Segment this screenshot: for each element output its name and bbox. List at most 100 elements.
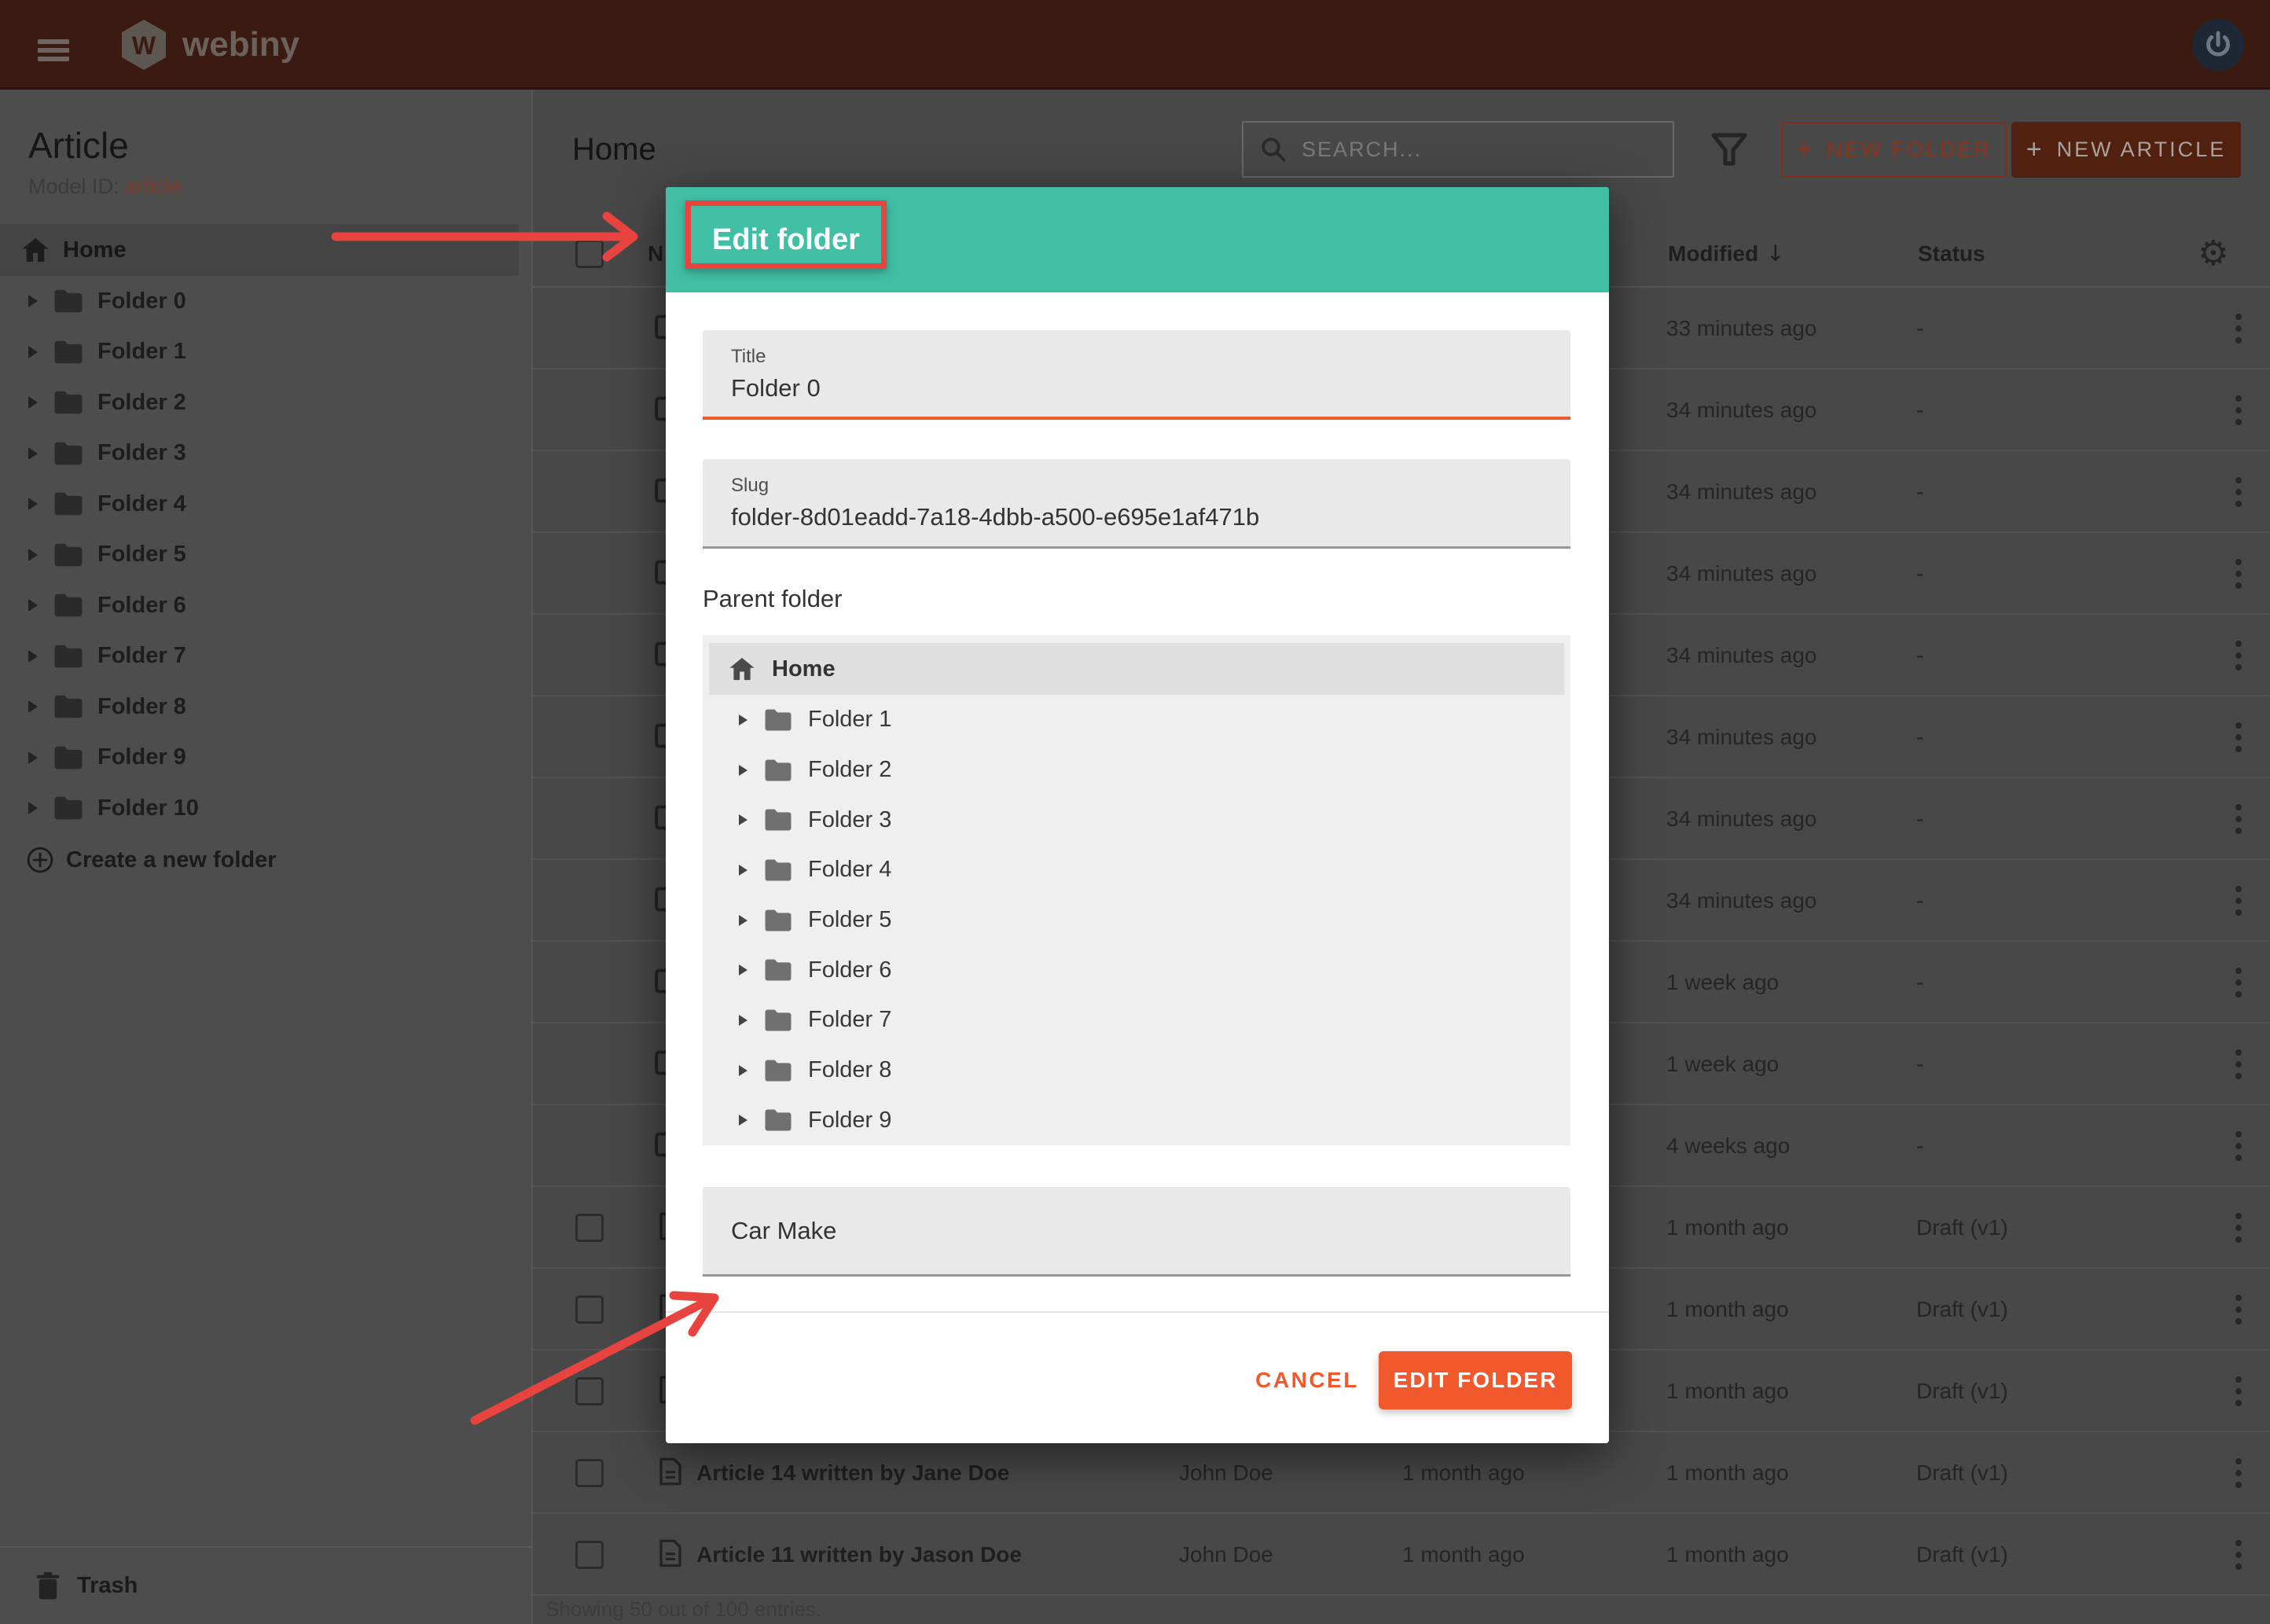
sidebar-folder-item[interactable]: Folder 4	[0, 479, 531, 530]
tree-folder-label: Folder 4	[808, 857, 891, 883]
tree-folder-item[interactable]: Folder 9	[703, 1096, 1570, 1146]
sidebar-folder-item[interactable]: Folder 0	[0, 276, 531, 327]
tree-folder-item[interactable]: Folder 3	[703, 795, 1570, 845]
search-input[interactable]	[1302, 138, 1640, 162]
sidebar-folder-item[interactable]: Folder 10	[0, 783, 531, 834]
title-field[interactable]: Title Folder 0	[703, 330, 1570, 420]
chevron-right-icon[interactable]	[28, 498, 38, 510]
chevron-right-icon[interactable]	[739, 715, 747, 726]
table-settings-gear-icon[interactable]: ⚙	[2198, 220, 2228, 288]
chevron-right-icon[interactable]	[739, 1115, 747, 1126]
row-menu-kebab-icon[interactable]	[2235, 559, 2243, 594]
chevron-right-icon[interactable]	[28, 549, 38, 561]
row-modified: 1 month ago	[1666, 1514, 1789, 1596]
tree-folder-item[interactable]: Folder 1	[703, 695, 1570, 745]
svg-text:W: W	[132, 31, 156, 60]
cancel-button[interactable]: CANCEL	[1252, 1351, 1362, 1409]
new-folder-button[interactable]: + NEW FOLDER	[1781, 122, 2007, 178]
sidebar-folder-item[interactable]: Folder 3	[0, 428, 531, 479]
car-make-field[interactable]: Car Make	[703, 1187, 1570, 1277]
row-menu-kebab-icon[interactable]	[2235, 968, 2243, 1003]
sidebar-folder-item[interactable]: Folder 5	[0, 530, 531, 581]
row-menu-kebab-icon[interactable]	[2235, 886, 2243, 921]
sidebar-folder-item[interactable]: Folder 9	[0, 733, 531, 784]
folder-icon	[53, 340, 83, 365]
chevron-right-icon[interactable]	[739, 915, 747, 926]
select-all-checkbox[interactable]	[575, 240, 604, 268]
row-menu-kebab-icon[interactable]	[2235, 1049, 2243, 1085]
sign-out-button[interactable]	[2192, 19, 2244, 71]
row-menu-kebab-icon[interactable]	[2235, 1131, 2243, 1167]
tree-folder-item[interactable]: Folder 2	[703, 745, 1570, 795]
home-icon	[728, 656, 756, 682]
brand-wordmark: webiny	[182, 25, 299, 64]
plus-circle-icon	[27, 847, 53, 873]
column-header-name[interactable]: N	[648, 220, 663, 288]
row-status: -	[1916, 451, 1923, 533]
sidebar-folder-item[interactable]: Folder 1	[0, 327, 531, 378]
row-menu-kebab-icon[interactable]	[2235, 1213, 2243, 1248]
row-menu-kebab-icon[interactable]	[2235, 1458, 2243, 1494]
new-article-button[interactable]: + NEW ARTICLE	[2011, 122, 2241, 178]
column-header-status[interactable]: Status	[1918, 220, 1985, 288]
chevron-right-icon[interactable]	[739, 765, 747, 776]
row-status: -	[1916, 1105, 1923, 1187]
tree-folder-item[interactable]: Folder 6	[703, 945, 1570, 995]
chevron-right-icon[interactable]	[739, 1065, 747, 1076]
row-menu-kebab-icon[interactable]	[2235, 804, 2243, 840]
create-new-folder-button[interactable]: Create a new folder	[0, 834, 531, 886]
hamburger-menu-icon[interactable]	[38, 39, 69, 61]
row-menu-kebab-icon[interactable]	[2235, 722, 2243, 758]
chevron-right-icon[interactable]	[28, 396, 38, 409]
row-checkbox[interactable]	[575, 1214, 604, 1242]
chevron-right-icon[interactable]	[28, 295, 38, 307]
chevron-right-icon[interactable]	[739, 814, 747, 825]
slug-field[interactable]: Slug folder-8d01eadd-7a18-4dbb-a500-e695…	[703, 459, 1570, 549]
tree-folder-item[interactable]: Folder 4	[703, 845, 1570, 895]
chevron-right-icon[interactable]	[28, 650, 38, 663]
chevron-right-icon[interactable]	[739, 1015, 747, 1026]
column-header-modified[interactable]: Modified↓	[1668, 220, 1785, 288]
search-box[interactable]	[1242, 121, 1674, 178]
tree-item-home[interactable]: Home	[709, 643, 1564, 695]
chevron-right-icon[interactable]	[28, 346, 38, 358]
row-checkbox[interactable]	[575, 1377, 604, 1405]
sidebar-folder-item[interactable]: Folder 2	[0, 377, 531, 428]
row-menu-kebab-icon[interactable]	[2235, 1376, 2243, 1412]
table-row-article[interactable]: Article 14 written by Jane Doe John Doe …	[533, 1432, 2270, 1514]
edit-folder-submit-button[interactable]: EDIT FOLDER	[1379, 1351, 1572, 1409]
row-menu-kebab-icon[interactable]	[2235, 477, 2243, 513]
chevron-right-icon[interactable]	[739, 964, 747, 976]
chevron-right-icon[interactable]	[28, 802, 38, 814]
row-menu-kebab-icon[interactable]	[2235, 314, 2243, 349]
tree-folder-item[interactable]: Folder 5	[703, 895, 1570, 946]
chevron-right-icon[interactable]	[28, 599, 38, 612]
sidebar-folder-label: Folder 1	[97, 339, 186, 365]
row-menu-kebab-icon[interactable]	[2235, 1295, 2243, 1330]
row-checkbox[interactable]	[575, 1459, 604, 1487]
folder-icon	[53, 795, 83, 821]
chevron-right-icon[interactable]	[28, 700, 38, 713]
sidebar-folder-label: Folder 0	[97, 288, 186, 314]
trash-section[interactable]: Trash	[0, 1546, 531, 1624]
sidebar-item-home[interactable]: Home	[0, 224, 519, 276]
chevron-right-icon[interactable]	[28, 447, 38, 460]
chevron-right-icon[interactable]	[28, 751, 38, 764]
sidebar-folder-item[interactable]: Folder 8	[0, 682, 531, 733]
filter-icon[interactable]	[1710, 130, 1748, 168]
slug-field-label: Slug	[731, 475, 769, 497]
row-checkbox[interactable]	[575, 1295, 604, 1324]
row-menu-kebab-icon[interactable]	[2235, 1540, 2243, 1575]
row-checkbox[interactable]	[575, 1541, 604, 1569]
tree-folder-item[interactable]: Folder 8	[703, 1045, 1570, 1096]
row-modified: 34 minutes ago	[1666, 615, 1816, 696]
folder-icon	[53, 644, 83, 669]
sidebar-folder-item[interactable]: Folder 6	[0, 580, 531, 631]
row-menu-kebab-icon[interactable]	[2235, 641, 2243, 676]
row-menu-kebab-icon[interactable]	[2235, 395, 2243, 431]
sidebar-folder-item[interactable]: Folder 7	[0, 631, 531, 682]
tree-folder-item[interactable]: Folder 7	[703, 995, 1570, 1045]
table-row-article[interactable]: Article 11 written by Jason Doe John Doe…	[533, 1514, 2270, 1596]
chevron-right-icon[interactable]	[739, 865, 747, 876]
folder-icon	[53, 745, 83, 770]
